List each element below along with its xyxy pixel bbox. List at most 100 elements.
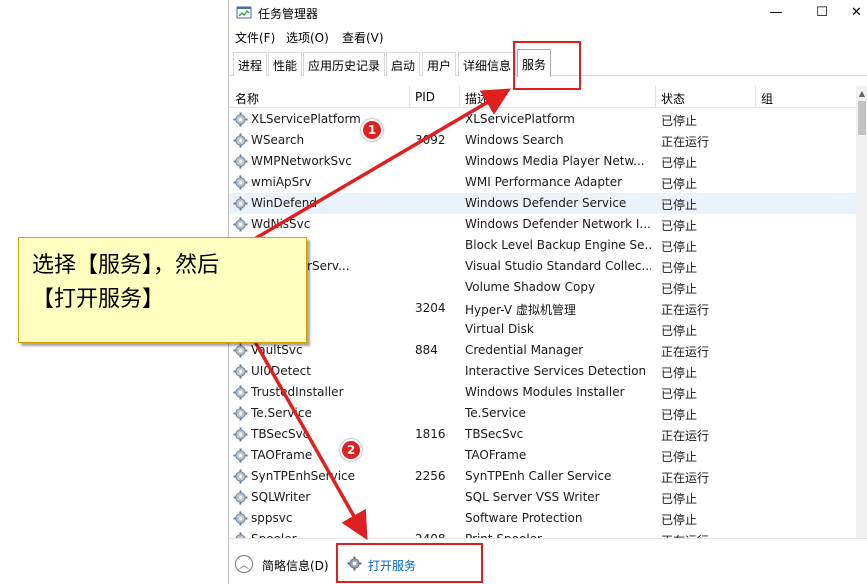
- task-manager-icon: [236, 6, 252, 19]
- service-description: Hyper-V 虚拟机管理: [465, 303, 576, 317]
- service-gear-icon: [233, 196, 248, 211]
- service-description: Windows Media Player Netw...: [465, 154, 645, 168]
- service-description: Windows Search: [465, 133, 564, 147]
- service-gear-icon: [233, 154, 248, 169]
- service-name: WinDefend: [251, 196, 317, 210]
- service-gear-icon: [233, 112, 248, 127]
- title-bar: 任务管理器 — ☐ ✕: [229, 0, 867, 26]
- column-divider[interactable]: [459, 86, 460, 108]
- table-row[interactable]: TAOFrame TAOFrame 已停止: [229, 445, 856, 466]
- service-description: TAOFrame: [465, 448, 527, 462]
- table-row[interactable]: Block Level Backup Engine Se... 已停止: [229, 235, 856, 256]
- service-name: wmiApSrv: [251, 175, 312, 189]
- tab-performance[interactable]: 性能: [268, 52, 303, 76]
- column-header-pid[interactable]: PID: [415, 90, 435, 104]
- table-row[interactable]: dCollectorServ...Visual Studio Standard …: [229, 256, 856, 277]
- scroll-thumb[interactable]: [858, 101, 866, 135]
- maximize-button[interactable]: ☐: [799, 0, 845, 24]
- column-header-status[interactable]: 状态: [661, 90, 685, 107]
- menu-view[interactable]: 查看(V): [342, 29, 384, 46]
- service-name: VaultSvc: [251, 343, 303, 357]
- table-row[interactable]: XLServicePlatform XLServicePlatform 已停止: [229, 109, 856, 130]
- service-status: 正在运行: [661, 345, 710, 359]
- service-gear-icon: [233, 217, 248, 232]
- column-divider[interactable]: [655, 86, 656, 108]
- service-pid: 884: [415, 343, 438, 357]
- service-status: 已停止: [661, 114, 698, 128]
- service-status: 已停止: [661, 324, 698, 338]
- table-row[interactable]: SQLWriter SQL Server VSS Writer 已停止: [229, 487, 856, 508]
- service-gear-icon: [233, 469, 248, 484]
- column-header-name[interactable]: 名称: [235, 90, 259, 107]
- table-row[interactable]: sppsvc Software Protection 已停止: [229, 508, 856, 529]
- table-row[interactable]: WinDefend Windows Defender Service 已停止: [229, 193, 856, 214]
- instruction-callout: 选择【服务】，然后 【打开服务】: [18, 237, 307, 343]
- service-description: TBSecSvc: [465, 427, 524, 441]
- service-description: Software Protection: [465, 511, 583, 525]
- service-description: SynTPEnh Caller Service: [465, 469, 612, 483]
- table-row[interactable]: UI0Detect Interactive Services Detection 已…: [229, 361, 856, 382]
- service-pid: 2256: [415, 469, 446, 483]
- table-row[interactable]: Volume Shadow Copy 已停止: [229, 277, 856, 298]
- tab-users[interactable]: 用户: [422, 52, 457, 76]
- tab-details[interactable]: 详细信息: [458, 52, 517, 76]
- footer-bar: ︿ 简略信息(D) 打开服务: [229, 538, 867, 584]
- window-title: 任务管理器: [258, 7, 319, 21]
- table-row[interactable]: Virtual Disk 已停止: [229, 319, 856, 340]
- service-status: 已停止: [661, 408, 698, 422]
- column-divider[interactable]: [409, 86, 410, 108]
- table-row[interactable]: WMPNetworkSvc Windows Media Player Netw..…: [229, 151, 856, 172]
- table-row[interactable]: WdNisSvc Windows Defender Network I... 已停止: [229, 214, 856, 235]
- service-gear-icon: [233, 511, 248, 526]
- tab-processes[interactable]: 进程: [233, 52, 268, 76]
- tab-startup[interactable]: 启动: [386, 52, 421, 76]
- table-row[interactable]: wmiApSrv WMI Performance Adapter 已停止: [229, 172, 856, 193]
- fewer-details-button[interactable]: 简略信息(D): [262, 557, 329, 574]
- service-name: SQLWriter: [251, 490, 311, 504]
- column-header-description[interactable]: 描述: [465, 90, 489, 107]
- table-row[interactable]: TBSecSvc 1816 TBSecSvc 正在运行: [229, 424, 856, 445]
- service-name: WdNisSvc: [251, 217, 311, 231]
- service-name: TrustedInstaller: [251, 385, 344, 399]
- service-name: TBSecSvc: [251, 427, 310, 441]
- scroll-up-arrow-icon[interactable]: ▲: [856, 86, 867, 100]
- service-status: 已停止: [661, 387, 698, 401]
- service-gear-icon: [233, 133, 248, 148]
- service-status: 已停止: [661, 219, 698, 233]
- service-status: 已停止: [661, 492, 698, 506]
- service-status: 正在运行: [661, 135, 710, 149]
- table-row[interactable]: WSearch 3092 Windows Search 正在运行: [229, 130, 856, 151]
- table-row[interactable]: Te.Service Te.Service 已停止: [229, 403, 856, 424]
- service-name: WSearch: [251, 133, 305, 147]
- service-status: 已停止: [661, 198, 698, 212]
- chevron-up-icon[interactable]: ︿: [235, 555, 253, 573]
- table-row[interactable]: 3204 Hyper-V 虚拟机管理 正在运行: [229, 298, 856, 319]
- column-divider[interactable]: [755, 86, 756, 108]
- service-description: Visual Studio Standard Collec...: [465, 259, 651, 273]
- menu-file[interactable]: 文件(F): [235, 29, 275, 46]
- service-name: sppsvc: [251, 511, 293, 525]
- service-status: 已停止: [661, 240, 698, 254]
- tab-app-history[interactable]: 应用历史记录: [303, 52, 386, 76]
- service-status: 已停止: [661, 156, 698, 170]
- service-description: SQL Server VSS Writer: [465, 490, 600, 504]
- column-header-group[interactable]: 组: [761, 90, 773, 107]
- close-button[interactable]: ✕: [845, 0, 867, 24]
- service-pid: 3092: [415, 133, 446, 147]
- service-gear-icon: [233, 175, 248, 190]
- service-status: 正在运行: [661, 303, 710, 317]
- table-row[interactable]: VaultSvc 884 Credential Manager 正在运行: [229, 340, 856, 361]
- vertical-scrollbar[interactable]: ▲: [856, 86, 867, 538]
- table-row[interactable]: SynTPEnhService 2256 SynTPEnh Caller Servi…: [229, 466, 856, 487]
- table-row[interactable]: Spooler2408Print Spooler正在运行: [229, 529, 856, 538]
- screenshot: 任务管理器 — ☐ ✕ 文件(F) 选项(O) 查看(V) 进程 性能 应用历史…: [0, 0, 867, 584]
- table-row[interactable]: TrustedInstaller Windows Modules Installe…: [229, 382, 856, 403]
- minimize-button[interactable]: —: [753, 0, 799, 24]
- step-one-badge: 1: [361, 119, 383, 141]
- service-name: WMPNetworkSvc: [251, 154, 352, 168]
- service-gear-icon: [233, 343, 248, 358]
- service-description: Windows Defender Service: [465, 196, 627, 210]
- service-description: XLServicePlatform: [465, 112, 575, 126]
- service-pid: 3204: [415, 301, 446, 315]
- menu-options[interactable]: 选项(O): [286, 29, 329, 46]
